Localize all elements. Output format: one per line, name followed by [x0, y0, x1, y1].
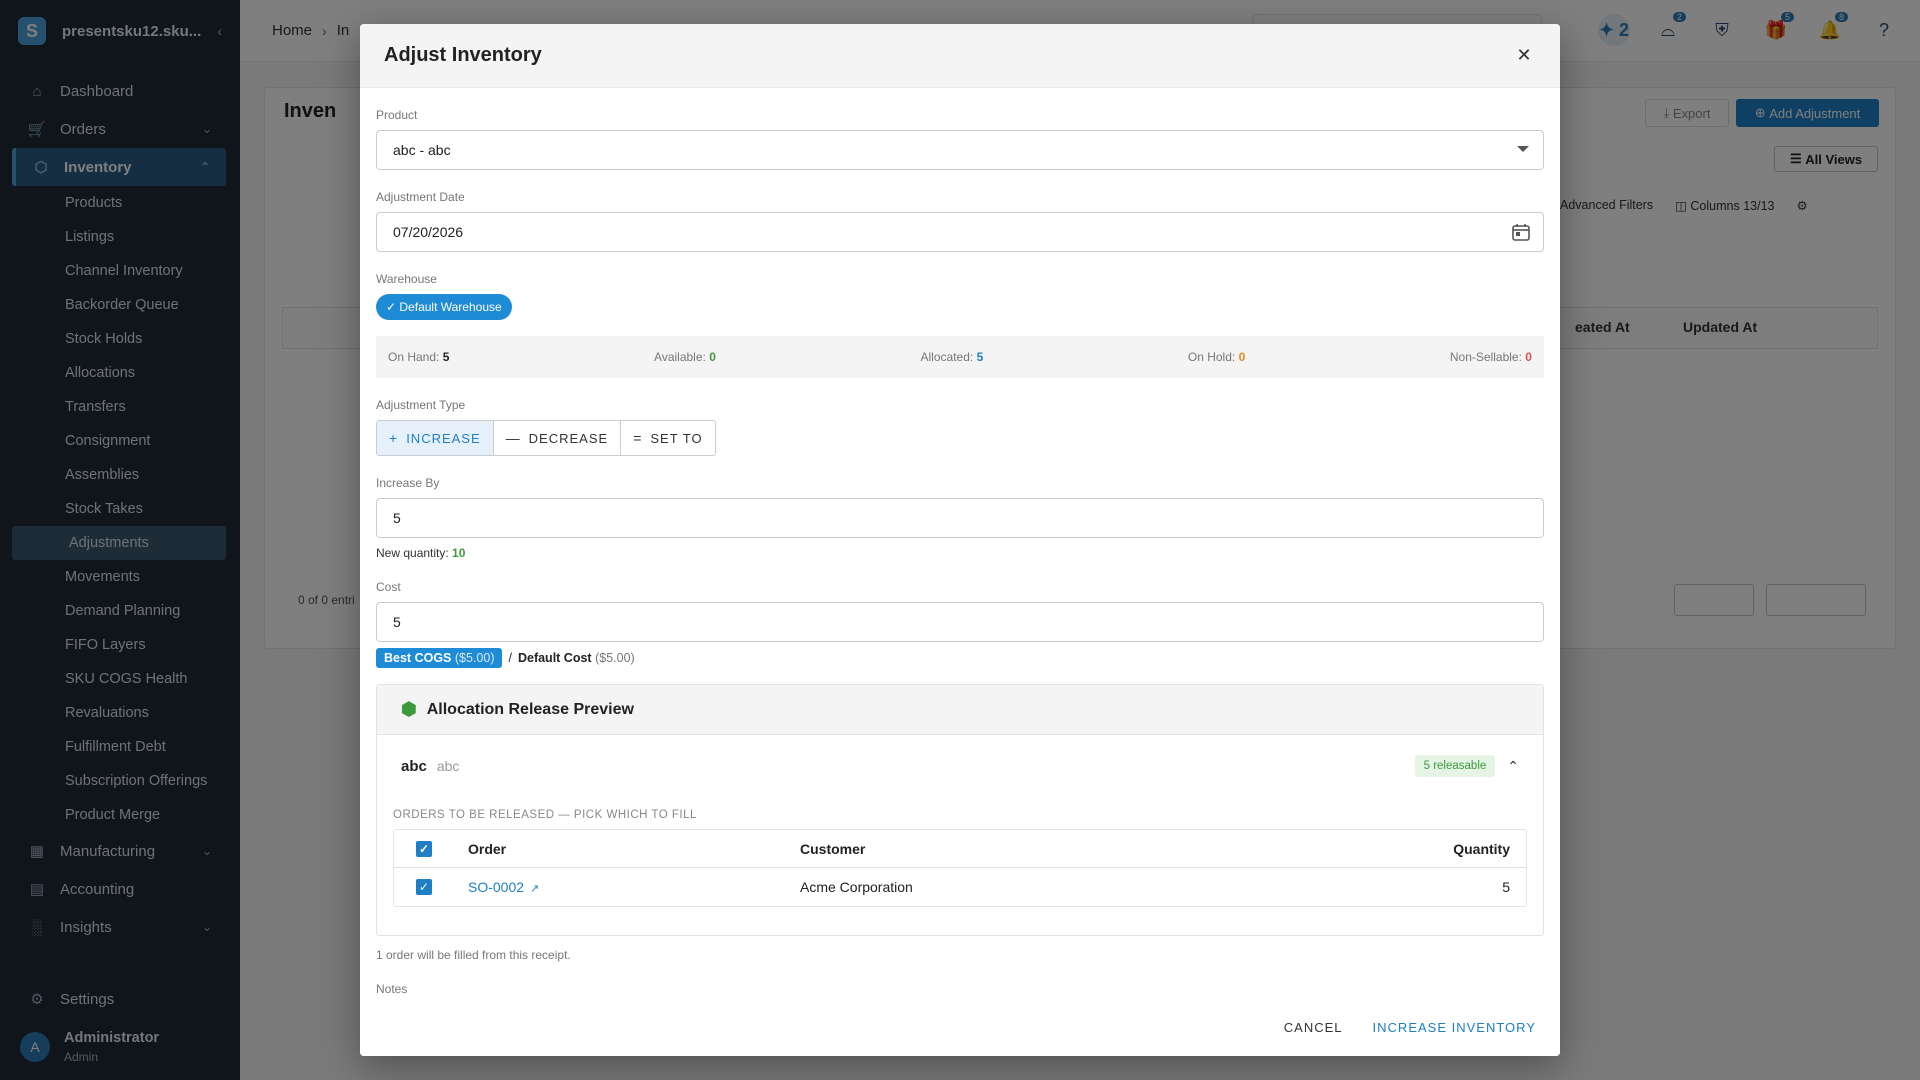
stock-summary: On Hand: 5 Available: 0 Allocated: 5 On …: [376, 336, 1544, 378]
adjustment-date-label: Adjustment Date: [376, 190, 465, 204]
notes-label: Notes: [376, 982, 408, 996]
allocation-preview-header: ⬢ Allocation Release Preview: [377, 685, 1543, 735]
cost-separator: /: [508, 651, 512, 665]
minus-icon: —: [505, 430, 521, 446]
allocation-product-row[interactable]: abc abc 5 releasable ⌃: [377, 735, 1543, 797]
adjustment-type-label: Adjustment Type: [376, 398, 466, 412]
increase-label: INCREASE: [406, 430, 481, 446]
product-value: abc - abc: [393, 142, 451, 158]
on-hold: On Hold: 0: [1187, 350, 1246, 364]
adjustment-date-value: 07/20/2026: [393, 224, 464, 240]
increase-button[interactable]: + INCREASE: [377, 421, 494, 455]
allocation-preview-title: Allocation Release Preview: [426, 700, 634, 718]
best-cogs-value: ($5.00): [454, 651, 495, 665]
on-hand: On Hand: 5: [388, 350, 450, 364]
orders-table: ✓ Order Customer Quantity ✓ SO-0002 ↗ Acm…: [393, 829, 1527, 907]
default-cost-chip[interactable]: Default Cost ($5.00): [518, 651, 635, 665]
modal-title: Adjust Inventory: [384, 44, 542, 66]
adjustment-date-input[interactable]: 07/20/2026: [376, 212, 1544, 252]
orders-table-header: ✓ Order Customer Quantity: [394, 830, 1526, 868]
new-quantity: New quantity: 10: [376, 546, 1544, 560]
dropdown-arrow-icon: [1517, 146, 1529, 152]
modal-body: Product abc - abc Adjustment Date 07/20/…: [360, 88, 1560, 1018]
external-link-icon[interactable]: ↗: [530, 883, 539, 895]
new-quantity-label: New quantity:: [376, 546, 449, 560]
adjustment-type-toggle: + INCREASE — DECREASE = SET TO: [376, 420, 716, 456]
modal-footer: CANCEL INCREASE INVENTORY: [360, 998, 1560, 1056]
orders-to-release-label: ORDERS TO BE RELEASED — PICK WHICH TO FI…: [393, 809, 697, 821]
order-link[interactable]: SO-0002: [468, 879, 524, 895]
select-all-checkbox[interactable]: ✓: [416, 840, 432, 857]
table-row: ✓ SO-0002 ↗ Acme Corporation 5: [394, 868, 1526, 906]
default-cost-value: ($5.00): [595, 651, 635, 665]
warehouse-label: Warehouse: [376, 272, 437, 286]
allocated: Allocated: 5: [920, 350, 984, 364]
set-to-label: SET TO: [650, 430, 703, 446]
calendar-icon[interactable]: [1511, 222, 1531, 242]
warehouse-chip[interactable]: ✓ Default Warehouse: [376, 294, 512, 320]
cost-value: 5: [393, 614, 401, 630]
column-customer: Customer: [800, 840, 866, 857]
column-order: Order: [468, 840, 507, 857]
cancel-button[interactable]: CANCEL: [1284, 1020, 1343, 1035]
set-to-button[interactable]: = SET TO: [621, 421, 714, 455]
decrease-button[interactable]: — DECREASE: [494, 421, 622, 455]
modal-header: Adjust Inventory ✕: [360, 24, 1560, 88]
cost-suggestions: Best COGS ($5.00) / Default Cost ($5.00): [376, 648, 1544, 668]
equals-icon: =: [633, 430, 643, 446]
decrease-label: DECREASE: [528, 430, 609, 446]
best-cogs-chip[interactable]: Best COGS ($5.00): [376, 648, 503, 668]
column-quantity: Quantity: [1453, 840, 1510, 857]
increase-by-value: 5: [393, 510, 401, 526]
product-select[interactable]: abc - abc: [376, 130, 1544, 170]
check-icon: ✓: [386, 300, 400, 314]
best-cogs-label: Best COGS: [384, 651, 452, 665]
customer-cell: Acme Corporation: [800, 879, 913, 895]
default-cost-label: Default Cost: [517, 651, 592, 665]
row-checkbox[interactable]: ✓: [416, 879, 432, 895]
close-icon[interactable]: ✕: [1512, 45, 1536, 66]
quantity-cell: 5: [1502, 879, 1510, 895]
available: Available: 0: [654, 350, 716, 364]
increase-inventory-button[interactable]: INCREASE INVENTORY: [1373, 1020, 1536, 1035]
allocation-release-preview: ⬢ Allocation Release Preview abc abc 5 r…: [376, 684, 1544, 936]
warehouse-chip-label: Default Warehouse: [399, 300, 502, 314]
new-quantity-value: 10: [452, 546, 466, 560]
releasable-badge: 5 releasable: [1414, 755, 1496, 777]
fill-note: 1 order will be filled from this receipt…: [376, 948, 571, 962]
increase-by-input[interactable]: 5: [376, 498, 1544, 538]
cost-input[interactable]: 5: [376, 602, 1544, 642]
adjust-inventory-modal: Adjust Inventory ✕ Product abc - abc Adj…: [360, 24, 1560, 1056]
chevron-up-icon[interactable]: ⌃: [1507, 758, 1519, 775]
allocation-product-name: abc: [401, 757, 427, 775]
plus-icon: +: [389, 430, 399, 446]
order-cell: SO-0002 ↗: [468, 879, 800, 895]
increase-by-label: Increase By: [376, 476, 440, 490]
product-label: Product: [376, 108, 418, 122]
cost-label: Cost: [376, 580, 401, 594]
package-icon: ⬢: [401, 699, 417, 719]
allocation-product-sku: abc: [436, 758, 460, 774]
non-sellable: Non-Sellable: 0: [1449, 350, 1532, 364]
